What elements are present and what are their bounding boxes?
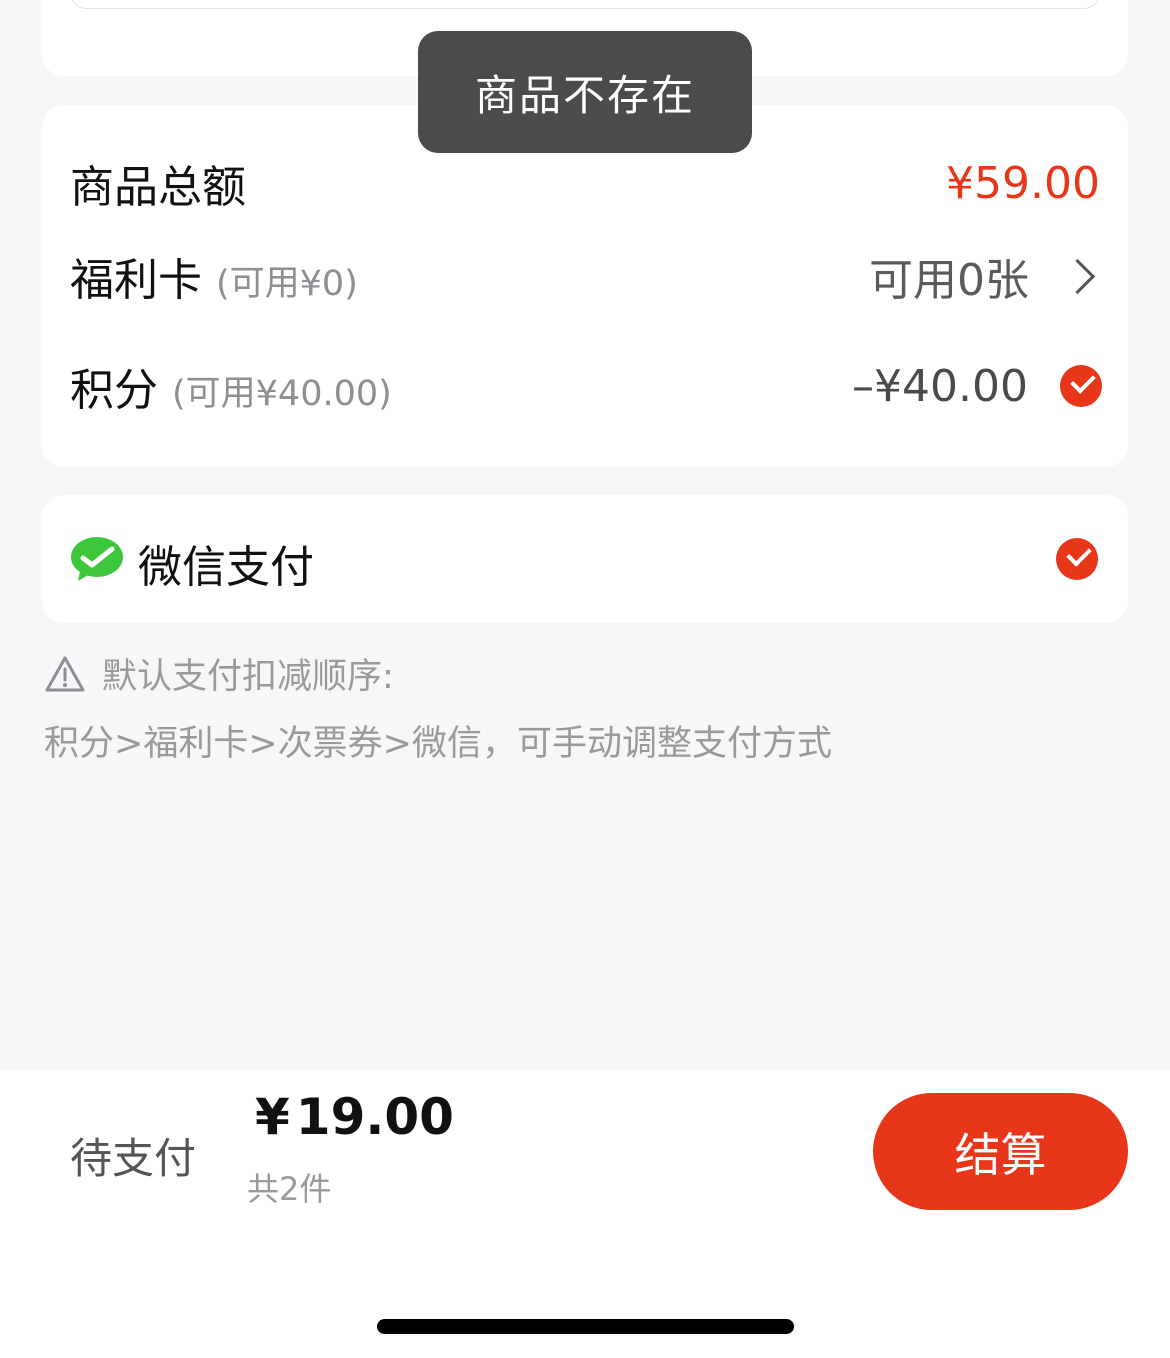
wechat-pay-label: 微信支付 [138, 542, 314, 593]
notice-detail: 积分>福利卡>次票券>微信，可手动调整支付方式 [44, 724, 832, 764]
wechat-pay-option[interactable]: 微信支付 [42, 495, 1128, 623]
item-count: 共2件 [247, 1170, 332, 1208]
toast-message: 商品不存在 [418, 31, 752, 153]
pending-payment-label: 待支付 [70, 1134, 197, 1183]
amount-value: 19.00 [295, 1088, 454, 1146]
checkout-button[interactable]: 结算 [873, 1093, 1128, 1210]
checkout-bar: 待支付 ¥19.00 共2件 结算 [0, 1070, 1170, 1358]
amount-summary-card: 商品总额 ¥59.00 福利卡 (可用¥0) 可用0张 积分 (可用¥40.00… [42, 105, 1128, 467]
remark-input-edge[interactable] [70, 0, 1100, 9]
goods-total-label: 商品总额 [70, 162, 246, 213]
wechat-icon [71, 537, 123, 581]
goods-total-value: ¥59.00 [946, 157, 1100, 209]
warning-icon [45, 656, 85, 691]
welfare-card-label: 福利卡 [70, 255, 202, 306]
chevron-right-icon[interactable] [1059, 258, 1096, 294]
notice-title: 默认支付扣减顺序: [102, 657, 394, 697]
wechat-pay-checked-icon[interactable] [1056, 538, 1098, 580]
points-deduction-value: –¥40.00 [852, 360, 1028, 412]
payment-order-notice: 默认支付扣减顺序: [44, 648, 394, 699]
points-label: 积分 [70, 365, 158, 416]
points-checked-icon[interactable] [1060, 365, 1102, 407]
welfare-card-available: (可用¥0) [216, 264, 358, 304]
goods-total-row: 商品总额 ¥59.00 [42, 143, 1128, 223]
welfare-card-count: 可用0张 [869, 255, 1029, 306]
welfare-card-row[interactable]: 福利卡 (可用¥0) 可用0张 [42, 236, 1128, 316]
home-indicator[interactable] [377, 1319, 794, 1334]
pending-amount: ¥19.00 [255, 1088, 454, 1146]
currency-symbol: ¥ [255, 1088, 290, 1146]
points-row[interactable]: 积分 (可用¥40.00) –¥40.00 [42, 346, 1128, 426]
points-available: (可用¥40.00) [172, 374, 392, 414]
